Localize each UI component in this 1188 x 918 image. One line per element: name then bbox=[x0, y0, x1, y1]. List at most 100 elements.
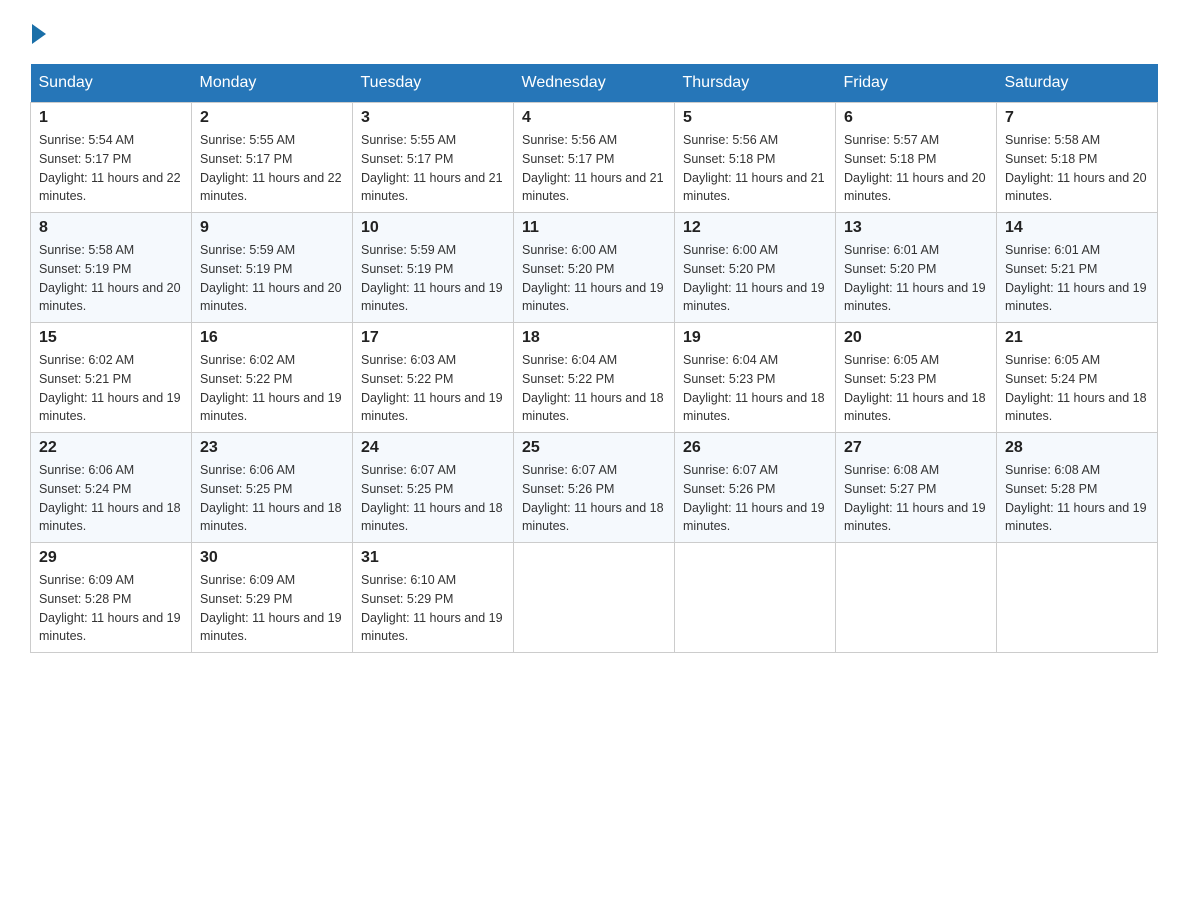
day-detail: Sunrise: 6:07 AMSunset: 5:25 PMDaylight:… bbox=[361, 463, 503, 533]
day-detail: Sunrise: 6:00 AMSunset: 5:20 PMDaylight:… bbox=[683, 243, 825, 313]
calendar-cell: 16 Sunrise: 6:02 AMSunset: 5:22 PMDaylig… bbox=[192, 323, 353, 433]
calendar-table: SundayMondayTuesdayWednesdayThursdayFrid… bbox=[30, 64, 1158, 653]
calendar-week-row: 22 Sunrise: 6:06 AMSunset: 5:24 PMDaylig… bbox=[31, 433, 1158, 543]
column-header-thursday: Thursday bbox=[675, 64, 836, 103]
calendar-cell: 7 Sunrise: 5:58 AMSunset: 5:18 PMDayligh… bbox=[997, 103, 1158, 213]
day-detail: Sunrise: 6:06 AMSunset: 5:24 PMDaylight:… bbox=[39, 463, 181, 533]
day-detail: Sunrise: 6:03 AMSunset: 5:22 PMDaylight:… bbox=[361, 353, 503, 423]
day-number: 7 bbox=[1005, 109, 1149, 127]
column-header-wednesday: Wednesday bbox=[514, 64, 675, 103]
day-detail: Sunrise: 6:02 AMSunset: 5:21 PMDaylight:… bbox=[39, 353, 181, 423]
day-number: 20 bbox=[844, 329, 988, 347]
calendar-cell: 18 Sunrise: 6:04 AMSunset: 5:22 PMDaylig… bbox=[514, 323, 675, 433]
day-detail: Sunrise: 6:10 AMSunset: 5:29 PMDaylight:… bbox=[361, 573, 503, 643]
day-detail: Sunrise: 5:59 AMSunset: 5:19 PMDaylight:… bbox=[361, 243, 503, 313]
day-number: 8 bbox=[39, 219, 183, 237]
column-header-sunday: Sunday bbox=[31, 64, 192, 103]
day-number: 22 bbox=[39, 439, 183, 457]
calendar-cell: 9 Sunrise: 5:59 AMSunset: 5:19 PMDayligh… bbox=[192, 213, 353, 323]
day-detail: Sunrise: 5:55 AMSunset: 5:17 PMDaylight:… bbox=[361, 133, 503, 203]
day-number: 17 bbox=[361, 329, 505, 347]
day-number: 15 bbox=[39, 329, 183, 347]
day-number: 23 bbox=[200, 439, 344, 457]
calendar-cell: 11 Sunrise: 6:00 AMSunset: 5:20 PMDaylig… bbox=[514, 213, 675, 323]
day-detail: Sunrise: 6:08 AMSunset: 5:28 PMDaylight:… bbox=[1005, 463, 1147, 533]
calendar-cell: 2 Sunrise: 5:55 AMSunset: 5:17 PMDayligh… bbox=[192, 103, 353, 213]
calendar-cell: 12 Sunrise: 6:00 AMSunset: 5:20 PMDaylig… bbox=[675, 213, 836, 323]
day-number: 4 bbox=[522, 109, 666, 127]
day-number: 27 bbox=[844, 439, 988, 457]
calendar-cell: 1 Sunrise: 5:54 AMSunset: 5:17 PMDayligh… bbox=[31, 103, 192, 213]
calendar-cell bbox=[675, 543, 836, 653]
calendar-cell: 25 Sunrise: 6:07 AMSunset: 5:26 PMDaylig… bbox=[514, 433, 675, 543]
calendar-cell: 23 Sunrise: 6:06 AMSunset: 5:25 PMDaylig… bbox=[192, 433, 353, 543]
day-detail: Sunrise: 6:09 AMSunset: 5:29 PMDaylight:… bbox=[200, 573, 342, 643]
day-detail: Sunrise: 6:04 AMSunset: 5:23 PMDaylight:… bbox=[683, 353, 825, 423]
calendar-cell: 20 Sunrise: 6:05 AMSunset: 5:23 PMDaylig… bbox=[836, 323, 997, 433]
day-detail: Sunrise: 6:09 AMSunset: 5:28 PMDaylight:… bbox=[39, 573, 181, 643]
calendar-cell: 21 Sunrise: 6:05 AMSunset: 5:24 PMDaylig… bbox=[997, 323, 1158, 433]
logo-arrow-icon bbox=[32, 24, 46, 44]
calendar-week-row: 29 Sunrise: 6:09 AMSunset: 5:28 PMDaylig… bbox=[31, 543, 1158, 653]
calendar-header-row: SundayMondayTuesdayWednesdayThursdayFrid… bbox=[31, 64, 1158, 103]
day-number: 19 bbox=[683, 329, 827, 347]
page-header bbox=[30, 20, 1158, 44]
calendar-cell: 28 Sunrise: 6:08 AMSunset: 5:28 PMDaylig… bbox=[997, 433, 1158, 543]
day-detail: Sunrise: 6:07 AMSunset: 5:26 PMDaylight:… bbox=[683, 463, 825, 533]
day-detail: Sunrise: 6:05 AMSunset: 5:23 PMDaylight:… bbox=[844, 353, 986, 423]
column-header-saturday: Saturday bbox=[997, 64, 1158, 103]
calendar-cell: 26 Sunrise: 6:07 AMSunset: 5:26 PMDaylig… bbox=[675, 433, 836, 543]
calendar-cell: 30 Sunrise: 6:09 AMSunset: 5:29 PMDaylig… bbox=[192, 543, 353, 653]
calendar-week-row: 1 Sunrise: 5:54 AMSunset: 5:17 PMDayligh… bbox=[31, 103, 1158, 213]
day-number: 6 bbox=[844, 109, 988, 127]
logo bbox=[30, 20, 46, 44]
calendar-cell bbox=[514, 543, 675, 653]
day-detail: Sunrise: 6:06 AMSunset: 5:25 PMDaylight:… bbox=[200, 463, 342, 533]
day-detail: Sunrise: 5:55 AMSunset: 5:17 PMDaylight:… bbox=[200, 133, 342, 203]
day-detail: Sunrise: 5:56 AMSunset: 5:18 PMDaylight:… bbox=[683, 133, 825, 203]
day-number: 12 bbox=[683, 219, 827, 237]
calendar-cell: 29 Sunrise: 6:09 AMSunset: 5:28 PMDaylig… bbox=[31, 543, 192, 653]
calendar-cell: 5 Sunrise: 5:56 AMSunset: 5:18 PMDayligh… bbox=[675, 103, 836, 213]
day-number: 24 bbox=[361, 439, 505, 457]
calendar-cell: 31 Sunrise: 6:10 AMSunset: 5:29 PMDaylig… bbox=[353, 543, 514, 653]
calendar-cell: 19 Sunrise: 6:04 AMSunset: 5:23 PMDaylig… bbox=[675, 323, 836, 433]
day-detail: Sunrise: 6:07 AMSunset: 5:26 PMDaylight:… bbox=[522, 463, 664, 533]
calendar-cell: 13 Sunrise: 6:01 AMSunset: 5:20 PMDaylig… bbox=[836, 213, 997, 323]
day-number: 25 bbox=[522, 439, 666, 457]
day-number: 5 bbox=[683, 109, 827, 127]
day-detail: Sunrise: 6:00 AMSunset: 5:20 PMDaylight:… bbox=[522, 243, 664, 313]
column-header-monday: Monday bbox=[192, 64, 353, 103]
day-detail: Sunrise: 5:56 AMSunset: 5:17 PMDaylight:… bbox=[522, 133, 664, 203]
calendar-cell: 4 Sunrise: 5:56 AMSunset: 5:17 PMDayligh… bbox=[514, 103, 675, 213]
calendar-cell: 10 Sunrise: 5:59 AMSunset: 5:19 PMDaylig… bbox=[353, 213, 514, 323]
day-number: 3 bbox=[361, 109, 505, 127]
day-detail: Sunrise: 5:58 AMSunset: 5:18 PMDaylight:… bbox=[1005, 133, 1147, 203]
day-detail: Sunrise: 5:58 AMSunset: 5:19 PMDaylight:… bbox=[39, 243, 181, 313]
day-number: 18 bbox=[522, 329, 666, 347]
calendar-cell: 22 Sunrise: 6:06 AMSunset: 5:24 PMDaylig… bbox=[31, 433, 192, 543]
calendar-week-row: 8 Sunrise: 5:58 AMSunset: 5:19 PMDayligh… bbox=[31, 213, 1158, 323]
day-detail: Sunrise: 5:59 AMSunset: 5:19 PMDaylight:… bbox=[200, 243, 342, 313]
day-detail: Sunrise: 5:54 AMSunset: 5:17 PMDaylight:… bbox=[39, 133, 181, 203]
day-number: 1 bbox=[39, 109, 183, 127]
calendar-cell: 6 Sunrise: 5:57 AMSunset: 5:18 PMDayligh… bbox=[836, 103, 997, 213]
day-detail: Sunrise: 6:01 AMSunset: 5:21 PMDaylight:… bbox=[1005, 243, 1147, 313]
day-number: 31 bbox=[361, 549, 505, 567]
day-detail: Sunrise: 5:57 AMSunset: 5:18 PMDaylight:… bbox=[844, 133, 986, 203]
column-header-friday: Friday bbox=[836, 64, 997, 103]
calendar-cell: 15 Sunrise: 6:02 AMSunset: 5:21 PMDaylig… bbox=[31, 323, 192, 433]
calendar-cell: 3 Sunrise: 5:55 AMSunset: 5:17 PMDayligh… bbox=[353, 103, 514, 213]
day-number: 28 bbox=[1005, 439, 1149, 457]
day-detail: Sunrise: 6:01 AMSunset: 5:20 PMDaylight:… bbox=[844, 243, 986, 313]
day-number: 16 bbox=[200, 329, 344, 347]
day-number: 9 bbox=[200, 219, 344, 237]
day-number: 30 bbox=[200, 549, 344, 567]
day-detail: Sunrise: 6:05 AMSunset: 5:24 PMDaylight:… bbox=[1005, 353, 1147, 423]
day-number: 2 bbox=[200, 109, 344, 127]
day-number: 29 bbox=[39, 549, 183, 567]
calendar-cell bbox=[836, 543, 997, 653]
calendar-cell: 8 Sunrise: 5:58 AMSunset: 5:19 PMDayligh… bbox=[31, 213, 192, 323]
calendar-week-row: 15 Sunrise: 6:02 AMSunset: 5:21 PMDaylig… bbox=[31, 323, 1158, 433]
day-number: 11 bbox=[522, 219, 666, 237]
